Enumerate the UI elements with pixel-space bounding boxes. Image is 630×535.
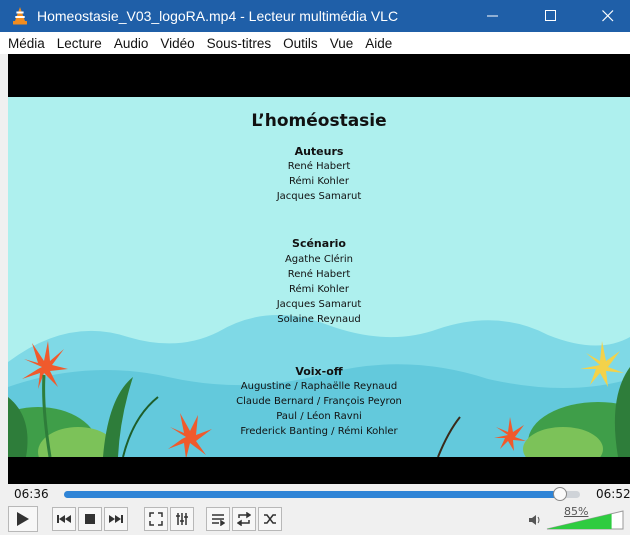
playlist-button[interactable] (206, 507, 230, 531)
volume-slider[interactable] (546, 509, 624, 531)
credit-name: Frederick Banting / Rémi Kohler (240, 426, 398, 437)
playlist-icon (212, 514, 225, 526)
credit-name: Agathe Clérin (284, 254, 354, 265)
minimize-icon (487, 15, 498, 17)
menu-audio[interactable]: Audio (108, 36, 155, 51)
menu-bar: Média Lecture Audio Vidéo Sous-titres Ou… (0, 32, 630, 54)
menu-media[interactable]: Média (2, 36, 51, 51)
menu-lecture[interactable]: Lecture (51, 36, 108, 51)
previous-icon (57, 515, 71, 523)
seek-slider[interactable] (64, 487, 580, 501)
credit-name: Jacques Samarut (276, 299, 362, 310)
maximize-button[interactable] (528, 0, 574, 32)
credit-name: Solaine Reynaud (277, 314, 361, 325)
credit-name: Jacques Samarut (276, 191, 362, 202)
menu-aide[interactable]: Aide (359, 36, 398, 51)
seek-row: 06:36 06:52 (0, 484, 630, 504)
next-icon (109, 515, 123, 523)
maximize-icon (545, 10, 556, 21)
fullscreen-icon (149, 512, 163, 526)
vlc-cone-icon (11, 7, 29, 25)
close-button[interactable] (585, 0, 630, 32)
play-button[interactable] (8, 506, 38, 532)
menu-sous-titres[interactable]: Sous-titres (201, 36, 278, 51)
minimize-button[interactable] (470, 0, 516, 32)
shuffle-icon (264, 514, 276, 524)
loop-icon (237, 512, 251, 526)
credit-name: René Habert (287, 269, 351, 280)
close-icon (602, 10, 614, 22)
previous-button[interactable] (52, 507, 76, 531)
elapsed-time: 06:36 (14, 487, 49, 501)
controls-row: 85% (0, 505, 630, 534)
video-frame: L’homéostasie Auteurs René Habert Rémi K… (8, 97, 630, 457)
credit-name: René Habert (287, 161, 351, 172)
section-heading: Auteurs (294, 145, 344, 158)
menu-outils[interactable]: Outils (277, 36, 324, 51)
seek-progress (64, 491, 560, 498)
video-area[interactable]: L’homéostasie Auteurs René Habert Rémi K… (8, 54, 630, 484)
menu-video[interactable]: Vidéo (154, 36, 200, 51)
vlc-window: Homeostasie_V03_logoRA.mp4 - Lecteur mul… (0, 0, 630, 535)
next-button[interactable] (104, 507, 128, 531)
video-title: L’homéostasie (251, 111, 387, 131)
stop-button[interactable] (78, 507, 102, 531)
credit-name: Claude Bernard / François Peyron (236, 396, 402, 407)
credit-name: Rémi Kohler (289, 284, 349, 295)
title-bar: Homeostasie_V03_logoRA.mp4 - Lecteur mul… (0, 0, 630, 32)
credit-name: Augustine / Raphaëlle Reynaud (240, 381, 398, 392)
extended-settings-icon (176, 513, 188, 525)
menu-vue[interactable]: Vue (324, 36, 360, 51)
stop-icon (85, 514, 95, 524)
credit-name: Paul / Léon Ravni (276, 411, 362, 422)
section-heading: Voix-off (295, 365, 343, 378)
extended-settings-button[interactable] (170, 507, 194, 531)
shuffle-button[interactable] (258, 507, 282, 531)
total-time: 06:52 (596, 487, 630, 501)
window-title: Homeostasie_V03_logoRA.mp4 - Lecteur mul… (37, 8, 399, 24)
credit-name: Rémi Kohler (289, 176, 349, 187)
fullscreen-button[interactable] (144, 507, 168, 531)
seek-handle[interactable] (552, 487, 567, 501)
speaker-icon[interactable] (528, 513, 542, 531)
play-icon (17, 512, 29, 526)
loop-button[interactable] (232, 507, 256, 531)
section-heading: Scénario (292, 237, 346, 250)
